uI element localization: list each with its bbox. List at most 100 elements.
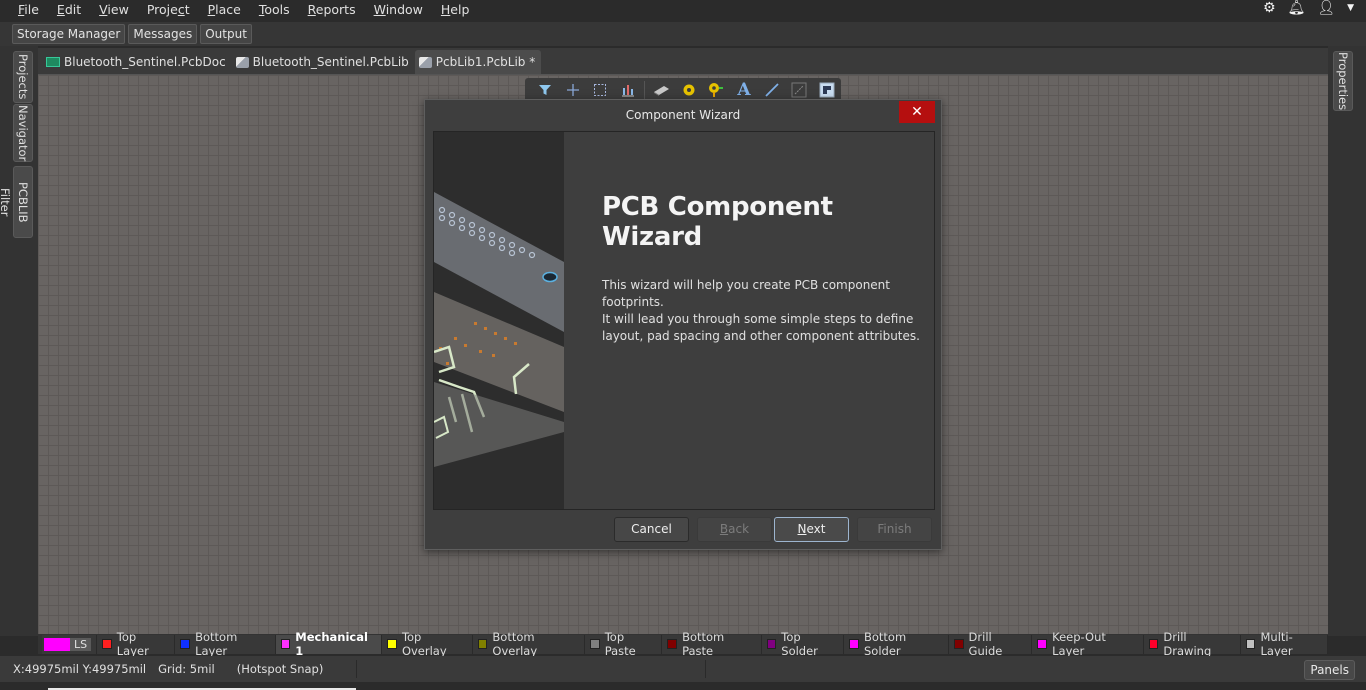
menu-accelerator: R <box>307 2 316 17</box>
navigator-panel-tab[interactable]: Navigator <box>13 104 33 162</box>
layer-tab-drill-drawing[interactable]: Drill Drawing <box>1143 630 1241 658</box>
layer-label: Multi-Layer <box>1260 630 1293 658</box>
layer-tab-mechanical-1[interactable]: Mechanical 1 <box>275 630 383 658</box>
layer-tab-multi-layer[interactable]: Multi-Layer <box>1240 630 1328 658</box>
pcblib-icon <box>418 56 432 68</box>
layer-tab-keep-out-layer[interactable]: Keep-Out Layer <box>1032 630 1144 658</box>
layer-label: Bottom Paste <box>682 630 725 658</box>
dropdown-arrow-icon[interactable]: ▼ <box>1347 1 1354 15</box>
line-icon[interactable] <box>758 79 786 101</box>
menu-file[interactable]: File <box>0 2 48 17</box>
properties-panel-tab[interactable]: Properties <box>1333 51 1353 111</box>
layer-label: Drill Drawing <box>1163 630 1212 658</box>
component-wizard-dialog: Component Wizard ✕ PCB Component Wizard … <box>424 99 942 550</box>
text-icon[interactable]: A <box>730 79 758 101</box>
tab-pcblib1-pcblib[interactable]: PcbLib1.PcbLib * <box>414 50 542 74</box>
layer-label: Top Layer <box>116 630 149 658</box>
via-icon[interactable] <box>702 79 730 101</box>
menu-edit[interactable]: Edit <box>48 2 90 17</box>
storage-manager-button[interactable]: Storage Manager <box>12 24 126 44</box>
menu-view[interactable]: View <box>90 2 138 17</box>
layer-color-swatch <box>766 639 777 649</box>
layer-tab-top-paste[interactable]: Top Paste <box>585 630 663 658</box>
layer-tab-top-solder[interactable]: Top Solder <box>761 630 845 658</box>
menu-reports[interactable]: Reports <box>299 2 365 17</box>
tab-bluetooth-sentinel-pcbdoc[interactable]: Bluetooth_Sentinel.PcbDoc <box>42 50 232 74</box>
left-panel-dock: Projects Navigator PCBLIB Filter <box>0 46 38 636</box>
layer-color-swatch <box>102 639 112 649</box>
tab-label: Bluetooth_Sentinel.PcbLib <box>252 55 409 69</box>
crosshair-icon[interactable] <box>559 79 587 101</box>
menu-project[interactable]: Project <box>138 3 199 16</box>
dimension-icon[interactable] <box>786 79 814 101</box>
finish-button[interactable]: Finish <box>857 517 932 542</box>
layer-color-swatch <box>387 639 397 649</box>
layer-tab-bottom-solder[interactable]: Bottom Solder <box>844 630 949 658</box>
tab-bluetooth-sentinel-pcblib[interactable]: Bluetooth_Sentinel.PcbLib <box>232 50 415 74</box>
button-accelerator: B <box>719 522 729 536</box>
projects-panel-tab[interactable]: Projects <box>13 51 33 103</box>
layer-tabs-bar: LS Top Layer Bottom Layer Mechanical 1 Top … <box>38 630 1328 658</box>
user-icon[interactable]: 👤︎ <box>1317 1 1335 15</box>
bell-icon[interactable]: 🔔︎ <box>1288 1 1306 15</box>
menu-accelerator: E <box>56 2 65 17</box>
status-bar: X:49975mil Y:49975mil Grid: 5mil (Hotspo… <box>0 656 1366 682</box>
wizard-paragraph-2: It will lead you through some simple ste… <box>602 312 920 343</box>
wizard-paragraph-1: This wizard will help you create PCB com… <box>602 278 890 309</box>
menu-place[interactable]: Place <box>199 3 250 16</box>
layer-tab-bottom-paste[interactable]: Bottom Paste <box>662 630 762 658</box>
menu-tools[interactable]: Tools <box>250 3 299 16</box>
taskbar-strip <box>0 682 1366 690</box>
snap-mode: (Hotspot Snap) <box>236 662 324 676</box>
pcblib-filter-panel-tab[interactable]: PCBLIB Filter <box>0 166 33 238</box>
back-button[interactable]: Back <box>697 517 772 542</box>
right-panel-dock: Properties <box>1328 46 1366 636</box>
wizard-pcb-illustration <box>434 132 564 509</box>
pcblib-icon <box>235 56 249 68</box>
layer-color-swatch <box>1148 639 1159 649</box>
layer-tab-drill-guide[interactable]: Drill Guide <box>948 630 1033 658</box>
menu-accelerator: V <box>99 2 108 17</box>
status-divider <box>356 660 357 678</box>
layer-color-swatch <box>1037 639 1048 649</box>
layer-set-button[interactable]: LS <box>42 634 98 654</box>
component-chip-icon[interactable] <box>647 79 675 101</box>
wizard-button-row: Cancel Back Next Finish <box>425 517 941 543</box>
wizard-body: PCB Component Wizard This wizard will he… <box>433 131 935 510</box>
layer-tab-bottom-overlay[interactable]: Bottom Overlay <box>472 630 586 658</box>
select-rect-icon[interactable] <box>586 79 614 101</box>
toolbar-divider <box>643 81 645 99</box>
wizard-heading: PCB Component Wizard <box>602 192 833 252</box>
grid-size: Grid: 5mil <box>158 662 215 676</box>
region-icon[interactable] <box>813 79 841 101</box>
layer-color-swatch <box>849 639 859 649</box>
status-divider <box>705 660 706 678</box>
pad-icon[interactable] <box>675 79 703 101</box>
menu-window[interactable]: Window <box>365 3 432 16</box>
layer-color-swatch <box>953 639 964 649</box>
output-button[interactable]: Output <box>200 24 252 44</box>
filter-icon[interactable] <box>531 79 559 101</box>
close-button[interactable]: ✕ <box>899 101 935 123</box>
layer-label: Mechanical 1 <box>295 630 368 658</box>
next-button[interactable]: Next <box>774 517 849 542</box>
messages-button[interactable]: Messages <box>128 24 198 44</box>
gear-icon[interactable]: ⚙ <box>1263 1 1276 15</box>
next-label: Next <box>797 522 826 536</box>
layer-label: Bottom Overlay <box>492 630 538 658</box>
layer-color-swatch <box>667 639 678 649</box>
tab-label: PcbLib1.PcbLib * <box>435 55 536 69</box>
menu-accelerator: H <box>440 2 451 17</box>
menu-accelerator: F <box>18 2 25 17</box>
align-chart-icon[interactable] <box>614 79 642 101</box>
cancel-button[interactable]: Cancel <box>614 517 689 542</box>
layer-tab-bottom-layer[interactable]: Bottom Layer <box>175 630 276 658</box>
layer-tab-top-overlay[interactable]: Top Overlay <box>382 630 473 658</box>
layer-tab-top-layer[interactable]: Top Layer <box>97 630 176 658</box>
layer-label: Drill Guide <box>968 630 1003 658</box>
cursor-coordinates: X:49975mil Y:49975mil <box>13 662 147 676</box>
menu-help[interactable]: Help <box>432 2 479 17</box>
panels-button[interactable]: Panels <box>1304 660 1355 680</box>
layer-set-label: LS <box>70 637 92 651</box>
layer-color-swatch <box>1245 639 1256 649</box>
